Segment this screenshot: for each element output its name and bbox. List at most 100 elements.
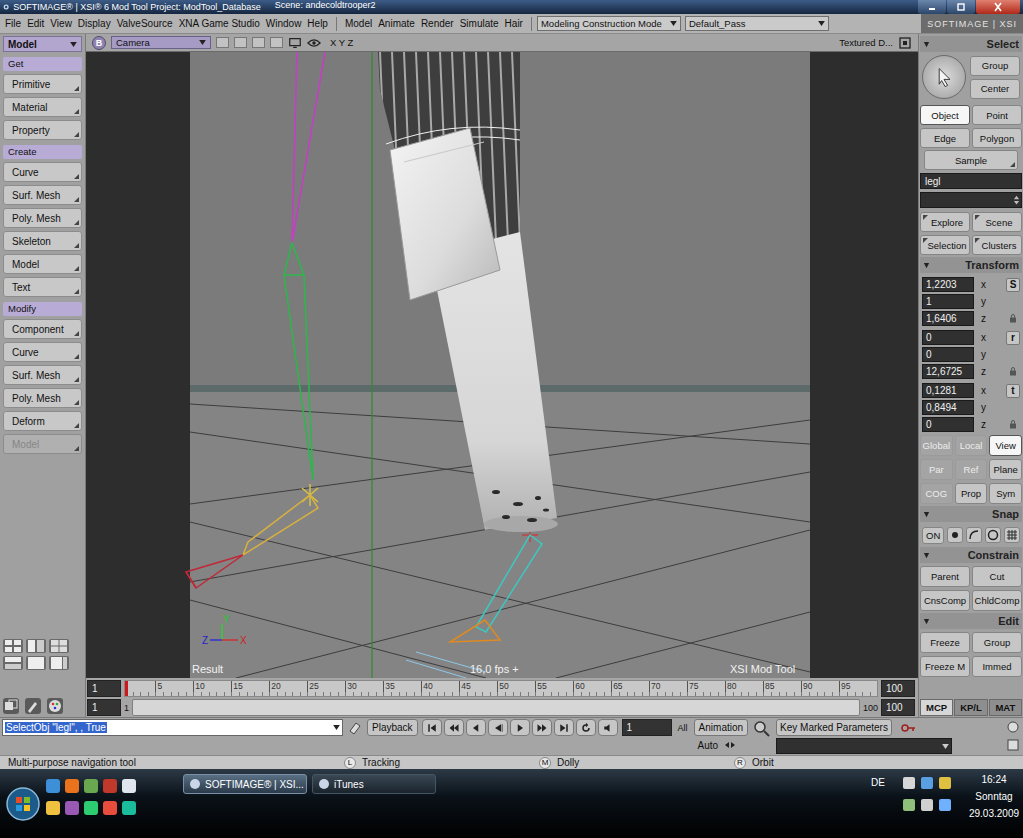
transform-value-field[interactable]: 1,6406	[922, 311, 974, 326]
palette-icon[interactable]	[47, 698, 63, 714]
reference-button[interactable]: Local	[955, 435, 988, 456]
viewport-canvas[interactable]: YZXResult16,0 fps +XSI Mod Tool	[86, 52, 918, 678]
transform-value-field[interactable]: 1,2203	[922, 277, 974, 292]
tray-icon[interactable]	[921, 799, 933, 811]
module-dropdown[interactable]: Model	[3, 36, 82, 52]
module-menu-item[interactable]: Render	[418, 18, 457, 29]
display-mode[interactable]: Textured D...	[839, 37, 893, 48]
eye-icon[interactable]	[307, 37, 321, 49]
layout-grid-icon[interactable]	[49, 639, 69, 653]
task-button[interactable]: SOFTIMAGE® | XSI...	[183, 774, 307, 794]
task-button[interactable]: iTunes	[312, 774, 436, 794]
panel-header[interactable]: Constrain	[920, 547, 1022, 563]
transform-value-field[interactable]: 1	[922, 294, 974, 309]
quick-launch-icon[interactable]	[84, 779, 98, 793]
select-tool[interactable]: Center	[970, 79, 1020, 99]
selection-name-field[interactable]: legl	[920, 173, 1022, 189]
range-start-field[interactable]: 1	[87, 699, 121, 716]
edit-button[interactable]: Freeze M	[920, 656, 970, 677]
command-line[interactable]: SelectObj "legl", , True	[2, 719, 343, 736]
transform-value-field[interactable]: 0	[922, 330, 974, 345]
snap-point-icon[interactable]	[947, 527, 963, 543]
reference-button[interactable]: Global	[920, 435, 953, 456]
quick-launch-icon[interactable]	[46, 779, 60, 793]
key-lock-icon[interactable]	[1005, 719, 1021, 735]
transform-value-field[interactable]: 0	[922, 417, 974, 432]
transport-button[interactable]	[532, 719, 552, 736]
menu-item[interactable]: Display	[75, 18, 114, 29]
tray-icon[interactable]	[939, 777, 951, 789]
transform-value-field[interactable]: 0,8494	[922, 400, 974, 415]
transport-button[interactable]	[598, 719, 618, 736]
menu-item[interactable]: View	[47, 18, 75, 29]
playback-button[interactable]: Playback	[367, 719, 418, 736]
tool-button[interactable]: Curve	[3, 342, 82, 362]
tray-icon[interactable]	[903, 777, 915, 789]
range-end-field[interactable]: 100	[881, 699, 915, 716]
transport-button[interactable]	[488, 719, 508, 736]
menu-item[interactable]: Edit	[24, 18, 47, 29]
start-frame-field[interactable]: 1	[87, 680, 121, 697]
all-button[interactable]: All	[676, 719, 690, 736]
transport-button[interactable]	[510, 719, 530, 736]
end-frame-field[interactable]: 100	[881, 680, 915, 697]
tool-button[interactable]: Primitive	[3, 74, 82, 94]
quick-launch-icon[interactable]	[46, 801, 60, 815]
explorer-button[interactable]: Selection	[920, 235, 970, 255]
transform-value-field[interactable]: 0	[922, 347, 974, 362]
panel-tab[interactable]: MCP	[920, 699, 953, 716]
scene-tool-icon[interactable]	[3, 698, 19, 714]
axis-buttons[interactable]: X Y Z	[330, 37, 353, 48]
edit-button[interactable]: Immed	[972, 656, 1022, 677]
key-icon[interactable]	[900, 720, 916, 736]
filter-button[interactable]: Point	[972, 105, 1022, 125]
tool-button[interactable]: Deform	[3, 411, 82, 431]
menu-item[interactable]: ValveSource	[114, 18, 176, 29]
explorer-button[interactable]: Clusters	[972, 235, 1022, 255]
edit-button[interactable]: Freeze	[920, 632, 970, 653]
transport-button[interactable]	[576, 719, 596, 736]
maximize-view-icon[interactable]	[898, 37, 912, 49]
quick-launch-icon[interactable]	[122, 801, 136, 815]
quick-launch-icon[interactable]	[65, 779, 79, 793]
snap-grid-icon[interactable]	[1004, 527, 1020, 543]
script-editor-icon[interactable]	[347, 719, 363, 735]
viewport-letter[interactable]: B	[92, 36, 106, 50]
transform-value-field[interactable]: 0,1281	[922, 383, 974, 398]
constrain-button[interactable]: Cut	[972, 566, 1022, 587]
menu-item[interactable]: XNA Game Studio	[176, 18, 263, 29]
edit-button[interactable]: Group	[972, 632, 1022, 653]
tool-button[interactable]: Curve	[3, 162, 82, 182]
lock-icon[interactable]	[1009, 419, 1017, 430]
current-frame-field[interactable]: 1	[622, 719, 672, 736]
transport-button[interactable]	[554, 719, 574, 736]
select-tool[interactable]: Group	[970, 56, 1020, 76]
spinner-icon[interactable]	[1013, 194, 1020, 206]
reference-button[interactable]: Prop	[955, 483, 988, 504]
camera-dropdown[interactable]: Camera	[111, 36, 211, 49]
reference-button[interactable]: Sym	[989, 483, 1022, 504]
view-toggle[interactable]	[234, 37, 247, 48]
key-arrows-icon[interactable]	[724, 741, 736, 749]
tray-icon[interactable]	[903, 799, 915, 811]
menu-item[interactable]: Help	[304, 18, 331, 29]
transport-button[interactable]	[444, 719, 464, 736]
tool-button[interactable]: Surf. Mesh	[3, 365, 82, 385]
transport-button[interactable]	[422, 719, 442, 736]
filter-button[interactable]: Object	[920, 105, 970, 125]
snap-curve-icon[interactable]	[966, 527, 982, 543]
panel-header[interactable]: Select	[920, 36, 1022, 52]
view-toggle[interactable]	[216, 37, 229, 48]
tool-button[interactable]: Surf. Mesh	[3, 185, 82, 205]
tool-button[interactable]: Poly. Mesh	[3, 388, 82, 408]
panel-tab[interactable]: KP/L	[954, 699, 987, 716]
constrain-button[interactable]: Parent	[920, 566, 970, 587]
dropdown-arrow-icon[interactable]	[333, 725, 340, 730]
panel-header[interactable]: Transform	[920, 257, 1022, 273]
mode-dropdown[interactable]: Modeling Construction Mode	[537, 16, 681, 31]
close-button[interactable]	[976, 0, 1020, 14]
layout-quad-icon[interactable]	[3, 639, 23, 653]
start-button[interactable]	[0, 769, 46, 838]
playhead[interactable]	[125, 681, 128, 696]
select-tool-button[interactable]	[922, 55, 966, 99]
